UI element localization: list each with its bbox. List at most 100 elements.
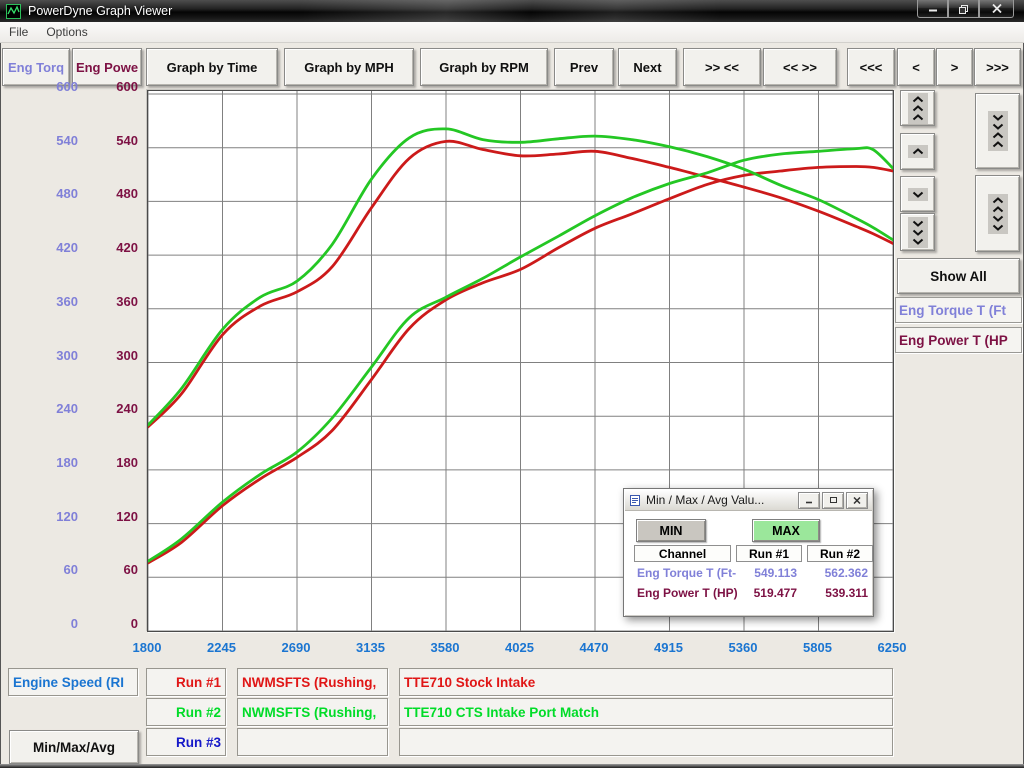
y-zoom-in-icon bbox=[988, 111, 1008, 151]
run-2-label[interactable]: Run #2 bbox=[146, 698, 226, 726]
run-1-source[interactable]: NWMSFTS (Rushing, bbox=[237, 668, 388, 696]
menu-file[interactable]: File bbox=[0, 23, 37, 41]
window-controls bbox=[917, 0, 1014, 18]
toolbar-button-graph-by-mph[interactable]: Graph by MPH bbox=[284, 48, 414, 86]
dialog-minimize-button[interactable] bbox=[798, 492, 820, 509]
toolbar-button-prev[interactable]: Prev bbox=[554, 48, 614, 86]
rpm-tick-label: 6250 bbox=[862, 640, 922, 655]
run-1-label[interactable]: Run #1 bbox=[146, 668, 226, 696]
chevron-down-icon bbox=[912, 220, 924, 227]
power-channel-label[interactable]: Eng Power T (HP bbox=[895, 327, 1022, 353]
torque-tick-label: 420 bbox=[34, 241, 78, 255]
power-tick-label: 480 bbox=[94, 187, 138, 201]
y-scroll-down-fast-button[interactable] bbox=[900, 213, 935, 251]
toolbar-button-scroll-far-right[interactable]: >>> bbox=[974, 48, 1021, 86]
dialog-close-button[interactable] bbox=[846, 492, 868, 509]
rpm-tick-label: 3580 bbox=[415, 640, 475, 655]
power-tick-label: 540 bbox=[94, 134, 138, 148]
torque-tick-label: 360 bbox=[34, 295, 78, 309]
torque-tick-label: 240 bbox=[34, 402, 78, 416]
y-zoom-in-button[interactable] bbox=[975, 93, 1020, 169]
toolbar-button-graph-by-rpm[interactable]: Graph by RPM bbox=[420, 48, 548, 86]
torque-tick-label: 0 bbox=[34, 617, 78, 631]
chevron-up-icon bbox=[992, 132, 1004, 139]
toolbar-button-scroll-far-left[interactable]: <<< bbox=[847, 48, 895, 86]
show-all-button[interactable]: Show All bbox=[897, 258, 1020, 294]
power-tick-label: 420 bbox=[94, 241, 138, 255]
chevron-down-icon bbox=[992, 215, 1004, 222]
y-scroll-up-button[interactable] bbox=[900, 133, 935, 170]
dialog-run1-max-value: 519.477 bbox=[735, 586, 797, 600]
y-zoom-out-icon bbox=[988, 194, 1008, 234]
minimize-button[interactable] bbox=[917, 0, 948, 18]
run-3-description[interactable] bbox=[399, 728, 893, 756]
dialog-run2-max-value: 562.362 bbox=[806, 566, 868, 580]
chevron-down-icon bbox=[992, 123, 1004, 130]
window-bottom-edge bbox=[0, 764, 1024, 768]
x-channel-label[interactable]: Engine Speed (RI bbox=[8, 668, 138, 696]
close-button[interactable] bbox=[979, 0, 1014, 18]
dialog-restore-button[interactable] bbox=[822, 492, 844, 509]
rpm-tick-label: 2690 bbox=[266, 640, 326, 655]
rpm-tick-label: 3135 bbox=[341, 640, 401, 655]
torque-tick-label: 480 bbox=[34, 187, 78, 201]
dialog-col-run1[interactable]: Run #1 bbox=[736, 545, 802, 562]
power-tick-label: 300 bbox=[94, 349, 138, 363]
chevron-down-icon bbox=[992, 114, 1004, 121]
rpm-tick-label: 1800 bbox=[117, 640, 177, 655]
window-title: PowerDyne Graph Viewer bbox=[28, 4, 172, 18]
rpm-tick-label: 4470 bbox=[564, 640, 624, 655]
dialog-col-channel[interactable]: Channel bbox=[634, 545, 731, 562]
rpm-tick-label: 2245 bbox=[192, 640, 252, 655]
menu-options[interactable]: Options bbox=[37, 23, 96, 41]
chevron-up-icon bbox=[992, 141, 1004, 148]
y-scroll-up-fast-button[interactable] bbox=[900, 90, 935, 126]
toolbar-button-graph-by-time[interactable]: Graph by Time bbox=[146, 48, 278, 86]
min-max-avg-dialog: Min / Max / Avg Valu... MIN MAX Channel … bbox=[623, 488, 874, 617]
rpm-tick-label: 5805 bbox=[788, 640, 848, 655]
chevron-up-icon bbox=[992, 197, 1004, 204]
torque-tick-label: 120 bbox=[34, 510, 78, 524]
restore-button[interactable] bbox=[948, 0, 979, 18]
chevron-down-icon bbox=[912, 191, 924, 198]
y-scroll-up-fast-icon bbox=[908, 93, 928, 124]
app-window: PowerDyne Graph Viewer File Options Eng … bbox=[0, 0, 1024, 768]
app-icon bbox=[6, 4, 21, 19]
toolbar-button-scroll-left[interactable]: < bbox=[897, 48, 935, 86]
run-3-source[interactable] bbox=[237, 728, 388, 756]
min-max-avg-button[interactable]: Min/Max/Avg bbox=[9, 730, 139, 764]
chevron-down-icon bbox=[912, 229, 924, 236]
torque-tick-label: 540 bbox=[34, 134, 78, 148]
run-1-description[interactable]: TTE710 Stock Intake bbox=[399, 668, 893, 696]
chevron-up-icon bbox=[912, 148, 924, 155]
dialog-title-bar[interactable]: Min / Max / Avg Valu... bbox=[625, 490, 872, 511]
dialog-title: Min / Max / Avg Valu... bbox=[646, 493, 796, 507]
toolbar-button-zoom-out-horizontal[interactable]: << >> bbox=[763, 48, 837, 86]
power-tick-label: 60 bbox=[94, 563, 138, 577]
torque-tick-label: 300 bbox=[34, 349, 78, 363]
run-2-description[interactable]: TTE710 CTS Intake Port Match bbox=[399, 698, 893, 726]
power-tick-label: 600 bbox=[94, 80, 138, 94]
torque-channel-label[interactable]: Eng Torque T (Ft bbox=[895, 297, 1022, 323]
y-zoom-out-button[interactable] bbox=[975, 175, 1020, 252]
dialog-col-run2[interactable]: Run #2 bbox=[807, 545, 873, 562]
power-tick-label: 360 bbox=[94, 295, 138, 309]
min-button[interactable]: MIN bbox=[636, 519, 706, 542]
chevron-up-icon bbox=[912, 105, 924, 112]
y-scroll-down-button[interactable] bbox=[900, 176, 935, 212]
dialog-icon bbox=[629, 494, 641, 507]
y-scroll-down-fast-icon bbox=[908, 217, 928, 248]
max-button[interactable]: MAX bbox=[752, 519, 820, 542]
y-scroll-down-icon bbox=[908, 188, 928, 201]
toolbar-button-zoom-in-horizontal[interactable]: >> << bbox=[683, 48, 761, 86]
chevron-down-icon bbox=[992, 224, 1004, 231]
run-2-source[interactable]: NWMSFTS (Rushing, bbox=[237, 698, 388, 726]
run-3-label[interactable]: Run #3 bbox=[146, 728, 226, 756]
dialog-run1-max-value: 549.113 bbox=[735, 566, 797, 580]
torque-tick-label: 60 bbox=[34, 563, 78, 577]
power-tick-label: 180 bbox=[94, 456, 138, 470]
title-bar: PowerDyne Graph Viewer bbox=[0, 0, 1024, 22]
toolbar-button-next[interactable]: Next bbox=[618, 48, 677, 86]
toolbar-button-scroll-right[interactable]: > bbox=[936, 48, 973, 86]
torque-tick-label: 600 bbox=[34, 80, 78, 94]
